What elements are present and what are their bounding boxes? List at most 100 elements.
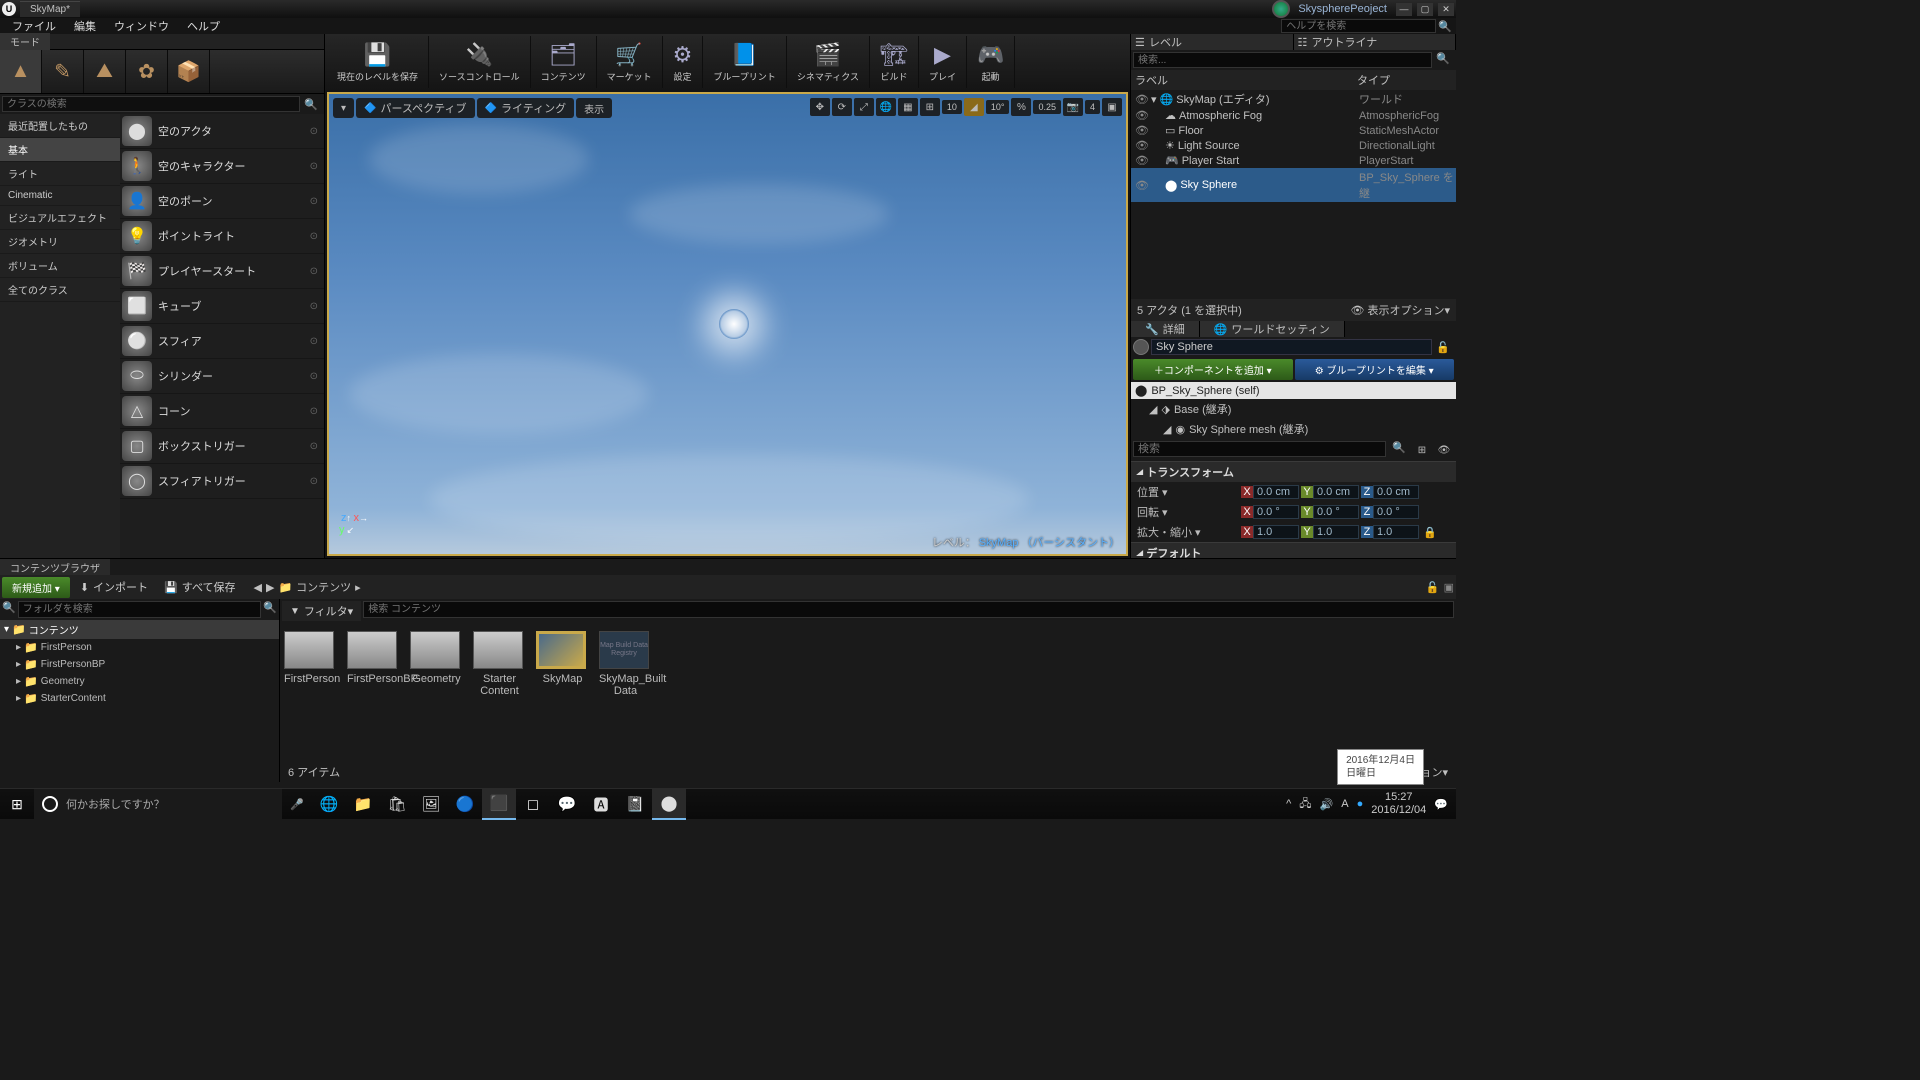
help-search-input[interactable] <box>1281 19 1436 33</box>
content-browser-tab[interactable]: コンテンツブラウザ <box>0 559 110 575</box>
scale-y-input[interactable]: 1.0 <box>1313 525 1359 539</box>
folder-tree-item[interactable]: ▸ 📁 StarterContent <box>0 690 279 707</box>
landscape-mode-button[interactable]: ⛰ <box>84 50 126 93</box>
dock-icon[interactable]: ▣ <box>1444 581 1454 594</box>
eye-icon[interactable]: 👁 <box>1434 441 1454 459</box>
category-item[interactable]: 基本 <box>0 138 120 162</box>
actor-item[interactable]: △コーン⊙ <box>120 394 324 429</box>
launch-button[interactable]: 🎮起動 <box>967 36 1015 88</box>
actor-item[interactable]: ▢ボックストリガー⊙ <box>120 429 324 464</box>
class-search-input[interactable] <box>2 96 300 112</box>
outliner-row[interactable]: 👁▭ FloorStaticMeshActor <box>1131 123 1456 138</box>
viewport[interactable]: ▾ 🔷 パースペクティブ 🔷 ライティング 表示 ✥ ⟳ ⤢ 🌐 ▦ ⊞ 10 … <box>329 94 1126 554</box>
grid-snap-button[interactable]: ⊞ <box>920 98 940 116</box>
category-item[interactable]: ボリューム <box>0 254 120 278</box>
taskbar-ai-icon[interactable]: 🅰 <box>584 789 618 820</box>
viewmode-button[interactable]: 🔷 ライティング <box>477 98 575 118</box>
asset-item[interactable]: Map Build Data RegistrySkyMap_Built Data <box>599 631 652 754</box>
folder-tree-item[interactable]: ▸ 📁 FirstPersonBP <box>0 656 279 673</box>
maximize-viewport-button[interactable]: ▣ <box>1102 98 1122 116</box>
taskbar-unreal-icon[interactable]: ⬤ <box>652 789 686 820</box>
info-icon[interactable]: ⊙ <box>310 126 318 137</box>
taskbar-explorer-icon[interactable]: 📁 <box>346 789 380 820</box>
folder-tree-item[interactable]: ▾ 📁 コンテンツ <box>0 620 279 639</box>
asset-item[interactable]: Starter Content <box>473 631 526 754</box>
taskbar-line-icon[interactable]: 💬 <box>550 789 584 820</box>
actor-item[interactable]: ⬭シリンダー⊙ <box>120 359 324 394</box>
document-tab[interactable]: SkyMap* <box>20 1 80 17</box>
actor-item[interactable]: 💡ポイントライト⊙ <box>120 219 324 254</box>
marketplace-button[interactable]: 🛒マーケット <box>597 36 663 88</box>
details-search-input[interactable] <box>1133 441 1386 457</box>
save-all-button[interactable]: 💾すべて保存 <box>158 579 242 595</box>
category-item[interactable]: ジオメトリ <box>0 230 120 254</box>
start-button[interactable]: ⊞ <box>0 789 34 820</box>
category-item[interactable]: 最近配置したもの <box>0 114 120 138</box>
notifications-icon[interactable]: 💬 <box>1434 798 1448 811</box>
add-component-button[interactable]: ＋コンポーネントを追加 ▾ <box>1133 359 1293 380</box>
lock-scale-icon[interactable]: 🔒 <box>1423 526 1437 539</box>
info-icon[interactable]: ⊙ <box>310 266 318 277</box>
visibility-icon[interactable]: 👁 <box>1133 154 1151 167</box>
import-button[interactable]: ⬇インポート <box>74 579 154 595</box>
scale-z-input[interactable]: 1.0 <box>1373 525 1419 539</box>
perspective-button[interactable]: 🔷 パースペクティブ <box>356 98 474 118</box>
category-item[interactable]: ライト <box>0 162 120 186</box>
save-button[interactable]: 💾現在のレベルを保存 <box>327 36 429 88</box>
asset-item[interactable]: FirstPerson <box>284 631 337 754</box>
outliner-tab[interactable]: ☷アウトライナ <box>1294 34 1457 50</box>
taskbar-edge-icon[interactable]: 🌐 <box>312 789 346 820</box>
paint-mode-button[interactable]: ✎ <box>42 50 84 93</box>
tray-ime-icon[interactable]: A <box>1341 798 1348 810</box>
actor-item[interactable]: ◯スフィアトリガー⊙ <box>120 464 324 499</box>
folder-tree-item[interactable]: ▸ 📁 FirstPerson <box>0 639 279 656</box>
actor-item[interactable]: ⚪スフィア⊙ <box>120 324 324 359</box>
outliner-row[interactable]: 👁🎮 Player StartPlayerStart <box>1131 153 1456 168</box>
category-item[interactable]: 全てのクラス <box>0 278 120 302</box>
info-icon[interactable]: ⊙ <box>310 231 318 242</box>
settings-button[interactable]: ⚙設定 <box>663 36 704 88</box>
taskbar-app-icon[interactable]: ◻ <box>516 789 550 820</box>
rotation-z-input[interactable]: 0.0 ° <box>1373 505 1419 519</box>
filter-button[interactable]: ▼フィルタ▾ <box>282 601 361 621</box>
world-settings-tab[interactable]: 🌐ワールドセッティン <box>1200 321 1345 337</box>
forward-button[interactable]: ▶ <box>266 581 274 594</box>
outliner-row[interactable]: 👁⬤ Sky SphereBP_Sky_Sphere を継 <box>1131 168 1456 202</box>
lock-icon[interactable]: 🔓 <box>1426 581 1440 594</box>
taskbar-onenote-icon[interactable]: 📓 <box>618 789 652 820</box>
section-default[interactable]: デフォルト <box>1131 542 1456 558</box>
tray-volume-icon[interactable]: 🔊 <box>1320 798 1334 811</box>
tray-cloud-icon[interactable]: ● <box>1357 798 1364 810</box>
visibility-icon[interactable]: 👁 <box>1133 109 1151 122</box>
build-button[interactable]: 🏗ビルド <box>870 36 919 88</box>
level-persist-link[interactable]: （パーシスタント） <box>1021 537 1120 549</box>
content-search-input[interactable] <box>363 601 1454 618</box>
folder-search-input[interactable] <box>18 601 262 618</box>
transform-rotate-button[interactable]: ⟳ <box>832 98 852 116</box>
info-icon[interactable]: ⊙ <box>310 441 318 452</box>
component-row[interactable]: ◢ ⬗ Base (継承) <box>1131 399 1456 419</box>
taskbar-chrome-icon[interactable]: 🔵 <box>448 789 482 820</box>
outliner-header[interactable]: ラベル タイプ <box>1131 70 1456 90</box>
breadcrumb[interactable]: コンテンツ <box>296 579 351 595</box>
lock-icon[interactable]: 🔓 <box>1432 341 1454 354</box>
tray-network-icon[interactable]: 🖧 <box>1299 795 1311 814</box>
camera-speed-value[interactable]: 4 <box>1085 100 1100 114</box>
actor-item[interactable]: ⬜キューブ⊙ <box>120 289 324 324</box>
surface-snap-button[interactable]: ▦ <box>898 98 918 116</box>
visibility-icon[interactable]: 👁 <box>1133 179 1151 192</box>
place-mode-button[interactable]: ▲ <box>0 50 42 93</box>
play-button[interactable]: ▶プレイ <box>919 36 967 88</box>
actor-name-input[interactable] <box>1151 339 1432 355</box>
info-icon[interactable]: ⊙ <box>310 371 318 382</box>
angle-snap-value[interactable]: 10° <box>986 100 1010 114</box>
cortana-search[interactable]: 何かお探しですか？ <box>34 789 282 820</box>
asset-item[interactable]: Geometry <box>410 631 463 754</box>
section-transform[interactable]: トランスフォーム <box>1131 461 1456 482</box>
category-item[interactable]: ビジュアルエフェクト <box>0 206 120 230</box>
menu-edit[interactable]: 編集 <box>66 17 104 35</box>
scale-snap-value[interactable]: 0.25 <box>1033 100 1061 114</box>
transform-scale-button[interactable]: ⤢ <box>854 98 874 116</box>
taskbar-app-icon[interactable]: 🖼 <box>414 789 448 820</box>
rotation-x-input[interactable]: 0.0 ° <box>1253 505 1299 519</box>
